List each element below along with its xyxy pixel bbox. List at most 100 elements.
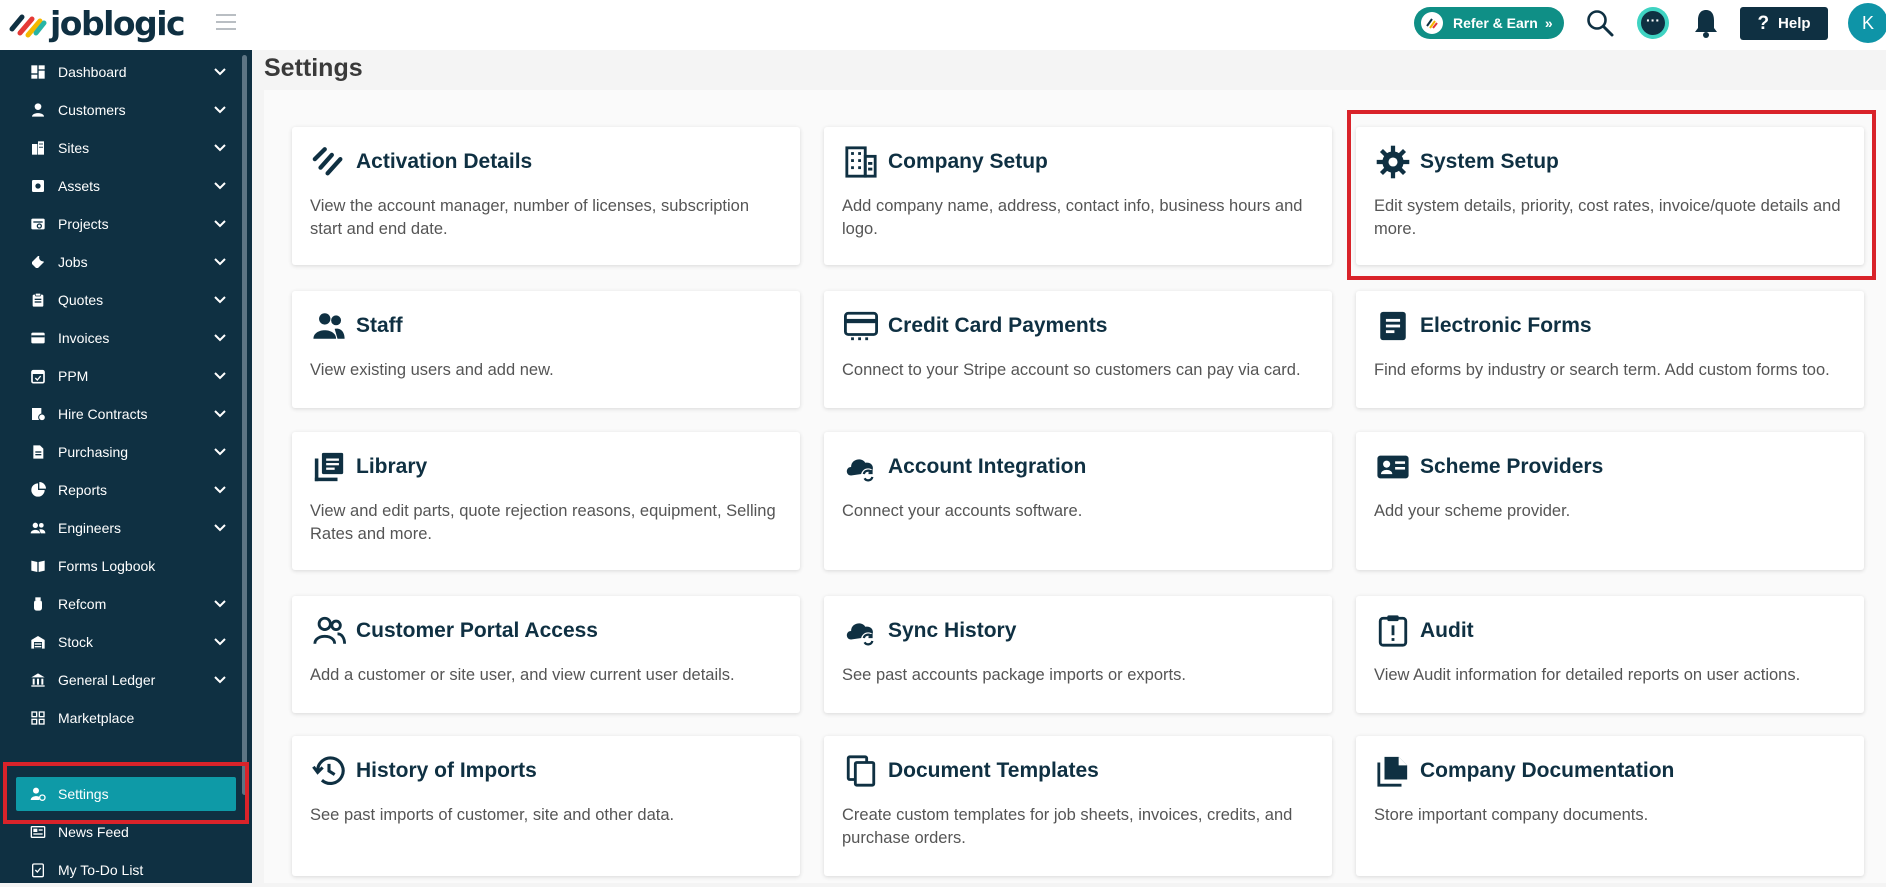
sidebar-item-label: Reports — [58, 482, 108, 498]
chevron-down-icon[interactable] — [214, 144, 236, 152]
staff-icon — [310, 309, 350, 343]
chevron-down-icon[interactable] — [214, 258, 236, 266]
chevron-down-icon[interactable] — [214, 372, 236, 380]
logo-text: joblogic — [50, 4, 186, 43]
sidebar-item-invoices[interactable]: Invoices — [16, 321, 236, 355]
settings-card-staff[interactable]: Staff View existing users and add new. — [292, 291, 800, 408]
sidebar-item-label: Stock — [58, 634, 94, 650]
sidebar-item-reports[interactable]: Reports — [16, 473, 236, 507]
refer-earn-button[interactable]: Refer & Earn » — [1414, 7, 1564, 39]
sidebar-item-purchasing[interactable]: Purchasing — [16, 435, 236, 469]
chevron-down-icon[interactable] — [214, 296, 236, 304]
user-avatar[interactable]: K — [1848, 3, 1886, 43]
settings-card-history-of-imports[interactable]: History of Imports See past imports of cu… — [292, 736, 800, 876]
chevron-down-icon[interactable] — [214, 600, 236, 608]
sidebar-item-label: Projects — [58, 216, 109, 232]
sidebar-item-assets[interactable]: Assets — [16, 169, 236, 203]
chevron-down-icon[interactable] — [214, 220, 236, 228]
sidebar-item-sites[interactable]: Sites — [16, 131, 236, 165]
sidebar-item-refcom[interactable]: Refcom — [16, 587, 236, 621]
invoice-icon — [29, 329, 47, 347]
calendar-icon — [29, 367, 47, 385]
card-title: History of Imports — [356, 759, 537, 782]
sidebar-scrollbar[interactable] — [242, 55, 247, 795]
cylinder-icon — [29, 595, 47, 613]
sidebar-item-label: My To-Do List — [58, 862, 144, 878]
bell-icon[interactable] — [1692, 7, 1720, 39]
chevron-down-icon[interactable] — [214, 182, 236, 190]
settings-card-account-integration[interactable]: Account Integration Connect your accounts… — [824, 432, 1332, 570]
people-icon — [29, 519, 47, 537]
credit-card-icon — [842, 309, 882, 343]
joblogic-logo[interactable]: joblogic — [8, 4, 186, 43]
settings-card-credit-card-payments[interactable]: Credit Card Payments Connect to your Stri… — [824, 291, 1332, 408]
chevron-down-icon[interactable] — [214, 676, 236, 684]
sidebar-item-label: Hire Contracts — [58, 406, 148, 422]
card-description: Add your scheme provider. — [1374, 502, 1571, 520]
news-icon — [29, 823, 47, 841]
sidebar-item-general-ledger[interactable]: General Ledger — [16, 663, 236, 697]
sidebar-item-engineers[interactable]: Engineers — [16, 511, 236, 545]
settings-card-company-setup[interactable]: Company Setup Add company name, address, … — [824, 127, 1332, 265]
dashboard-icon — [29, 63, 47, 81]
activation-icon — [310, 145, 350, 179]
settings-card-scheme-providers[interactable]: Scheme Providers Add your scheme provider… — [1356, 432, 1864, 570]
search-icon[interactable] — [1585, 8, 1615, 38]
system-setup-highlight-box — [1347, 110, 1876, 280]
chevron-down-icon[interactable] — [214, 334, 236, 342]
sidebar-item-customers[interactable]: Customers — [16, 93, 236, 127]
sidebar-item-marketplace[interactable]: Marketplace — [16, 701, 236, 735]
chevron-down-icon[interactable] — [214, 524, 236, 532]
card-title: Document Templates — [888, 759, 1099, 782]
settings-card-sync-history[interactable]: Sync History See past accounts package im… — [824, 596, 1332, 713]
sidebar-item-label: Marketplace — [58, 710, 135, 726]
sidebar-item-label: Purchasing — [58, 444, 129, 460]
sidebar-item-label: Sites — [58, 140, 90, 156]
history-icon — [310, 754, 350, 788]
settings-card-electronic-forms[interactable]: Electronic Forms Find eforms by industry … — [1356, 291, 1864, 408]
cloud-sync-icon — [842, 614, 882, 648]
sidebar-item-quotes[interactable]: Quotes — [16, 283, 236, 317]
card-title: Library — [356, 455, 428, 478]
chevron-down-icon[interactable] — [214, 106, 236, 114]
chevron-down-icon[interactable] — [214, 448, 236, 456]
refer-label: Refer & Earn — [1453, 15, 1538, 31]
settings-card-activation-details[interactable]: Activation Details View the account manag… — [292, 127, 800, 265]
sidebar-item-label: Invoices — [58, 330, 110, 346]
sidebar-item-label: PPM — [58, 368, 89, 384]
sidebar-item-jobs[interactable]: Jobs — [16, 245, 236, 279]
sidebar-item-stock[interactable]: Stock — [16, 625, 236, 659]
chevron-down-icon[interactable] — [214, 68, 236, 76]
settings-card-audit[interactable]: Audit View Audit information for detailed… — [1356, 596, 1864, 713]
hire-icon — [29, 405, 47, 423]
chat-icon[interactable]: ··· — [1637, 7, 1669, 39]
card-title: Scheme Providers — [1420, 455, 1604, 478]
settings-card-library[interactable]: Library View and edit parts, quote reject… — [292, 432, 800, 570]
sidebar-item-my-to-do-list[interactable]: My To-Do List — [16, 853, 236, 887]
card-description: View and edit parts, quote rejection rea… — [310, 502, 776, 543]
sidebar-item-dashboard[interactable]: Dashboard — [16, 55, 236, 89]
audit-clipboard-icon — [1374, 614, 1414, 648]
settings-card-customer-portal-access[interactable]: Customer Portal Access Add a customer or … — [292, 596, 800, 713]
sidebar-item-hire-contracts[interactable]: Hire Contracts — [16, 397, 236, 431]
menu-toggle-icon[interactable] — [216, 14, 236, 30]
settings-card-document-templates[interactable]: Document Templates Create custom template… — [824, 736, 1332, 876]
copy-icon — [842, 754, 882, 788]
card-description: Add company name, address, contact info,… — [842, 197, 1303, 238]
card-description: Add a customer or site user, and view cu… — [310, 666, 735, 684]
company-building-icon — [842, 145, 882, 179]
sidebar-item-label: General Ledger — [58, 672, 156, 688]
card-title: Activation Details — [356, 150, 533, 173]
chevron-down-icon[interactable] — [214, 410, 236, 418]
settings-card-company-documentation[interactable]: Company Documentation Store important com… — [1356, 736, 1864, 876]
help-button[interactable]: ? Help — [1740, 7, 1828, 40]
chevron-down-icon[interactable] — [214, 486, 236, 494]
chevron-down-icon[interactable] — [214, 638, 236, 646]
sidebar-item-ppm[interactable]: PPM — [16, 359, 236, 393]
card-description: Connect to your Stripe account so custom… — [842, 361, 1301, 379]
sidebar-item-projects[interactable]: Projects — [16, 207, 236, 241]
top-bar: joblogic Refer & Earn » ··· ? Help K — [0, 0, 1886, 50]
book-icon — [29, 557, 47, 575]
card-description: View Audit information for detailed repo… — [1374, 666, 1801, 684]
sidebar-item-forms-logbook[interactable]: Forms Logbook — [16, 549, 236, 583]
